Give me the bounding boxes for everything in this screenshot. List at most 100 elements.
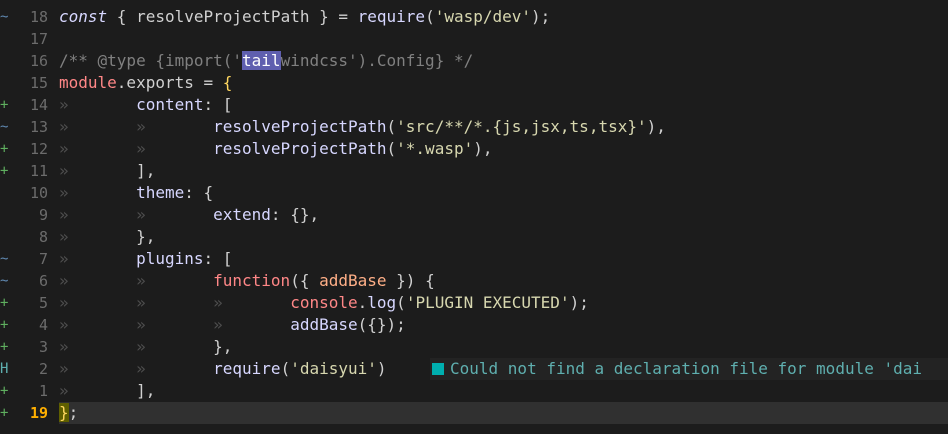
code-line[interactable]: ~7 » plugins: [ (0, 248, 948, 270)
code-line[interactable]: 8 » }, (0, 226, 948, 248)
line-number: 6 (38, 272, 48, 290)
code-token: ), (646, 117, 666, 136)
code-token: . (357, 293, 368, 312)
code-token: » » (59, 117, 214, 136)
code-token: ) (376, 359, 387, 378)
code-text[interactable]: » » function({ addBase }) { (59, 270, 435, 292)
git-sign: + (0, 295, 9, 311)
code-token: ({ (290, 271, 320, 290)
code-text[interactable]: » ], (59, 160, 155, 182)
diagnostic-message[interactable]: Could not find a declaration file for mo… (430, 358, 948, 380)
code-line[interactable]: 9 » » extend: {}, (0, 204, 948, 226)
code-token: addBase (319, 271, 387, 290)
git-sign: + (0, 141, 9, 157)
code-line[interactable]: +12 » » resolveProjectPath('*.wasp'), (0, 138, 948, 160)
code-token: log (367, 293, 397, 312)
code-token: addBase (290, 315, 358, 334)
code-token: { resolveProjectPath } = (107, 7, 358, 26)
git-sign: ~ (0, 251, 9, 267)
code-token: 'PLUGIN EXECUTED' (405, 293, 570, 312)
code-line[interactable]: 10 » theme: { (0, 182, 948, 204)
code-text[interactable]: » plugins: [ (59, 248, 232, 270)
code-text[interactable]: » » » console.log('PLUGIN EXECUTED'); (59, 292, 589, 314)
code-token: tail (242, 51, 281, 70)
code-editor[interactable]: ~18 const { resolveProjectPath } = requir… (0, 0, 948, 434)
line-number: 4 (38, 316, 48, 334)
hint-icon (432, 363, 444, 375)
git-sign: + (0, 405, 9, 421)
code-token: }, (213, 337, 233, 356)
code-token: resolveProjectPath (213, 139, 387, 158)
code-token: : { (184, 183, 214, 202)
code-token: module (59, 73, 117, 92)
code-token: } (59, 403, 69, 422)
code-token: ( (396, 293, 406, 312)
code-text[interactable]: » ], (59, 380, 155, 402)
code-line[interactable]: +3 » » }, (0, 336, 948, 358)
git-sign: + (0, 339, 9, 355)
code-token: content (136, 95, 204, 114)
code-line[interactable]: +1 » ], (0, 380, 948, 402)
code-token: » (59, 249, 137, 268)
code-text[interactable]: » content: [ (59, 94, 232, 116)
code-line[interactable]: 15 module.exports = { (0, 72, 948, 94)
line-number: 15 (29, 74, 48, 92)
code-text[interactable]: » }, (59, 226, 155, 248)
code-token: require (213, 359, 281, 378)
code-token: '*.wasp' (396, 139, 474, 158)
code-token: » » » (59, 315, 291, 334)
line-number: 9 (38, 206, 48, 224)
code-line[interactable]: +14 » content: [ (0, 94, 948, 116)
code-line[interactable]: +4 » » » addBase({}); (0, 314, 948, 336)
line-number: 8 (38, 228, 48, 246)
code-token: ), (473, 139, 493, 158)
code-text[interactable]: /** @type {import('tailwindcss').Config}… (59, 50, 473, 72)
code-text[interactable]: module.exports = { (59, 72, 232, 94)
code-token: » (59, 227, 137, 246)
code-text[interactable]: » theme: { (59, 182, 213, 204)
code-token: » (59, 183, 137, 202)
git-sign: + (0, 163, 9, 179)
code-text[interactable]: const { resolveProjectPath } = require('… (59, 6, 550, 28)
code-token: const (59, 7, 108, 26)
code-line[interactable]: 17 (0, 28, 948, 50)
code-line[interactable]: +11 » ], (0, 160, 948, 182)
line-number: 3 (38, 338, 48, 356)
code-token: resolveProjectPath (213, 117, 387, 136)
code-token: 'daisyui' (290, 359, 377, 378)
code-line[interactable]: ~13 » » resolveProjectPath('src/**/*.{js,… (0, 116, 948, 138)
code-token: » » (59, 139, 214, 158)
code-token: » » (59, 359, 214, 378)
git-sign: + (0, 97, 9, 113)
code-text[interactable]: » » resolveProjectPath('src/**/*.{js,jsx… (59, 116, 666, 138)
line-number: 12 (29, 140, 48, 158)
line-number: 2 (38, 360, 48, 378)
git-sign: ~ (0, 273, 9, 289)
code-token: » » » (59, 293, 291, 312)
current-line[interactable]: +19}; (0, 402, 948, 424)
code-line[interactable]: 16 /** @type {import('tailwindcss').Confi… (0, 50, 948, 72)
code-token: » (59, 381, 137, 400)
code-text[interactable]: » » resolveProjectPath('*.wasp'), (59, 138, 492, 160)
code-text[interactable]: }; (59, 402, 78, 424)
code-line[interactable]: H 2 » » require('daisyui') Could not find a… (0, 358, 948, 380)
code-line[interactable]: +5 » » » console.log('PLUGIN EXECUTED'); (0, 292, 948, 314)
line-number: 14 (29, 96, 48, 114)
code-text[interactable]: » » » addBase({}); (59, 314, 406, 336)
code-token: theme (136, 183, 185, 202)
line-number: 19 (29, 404, 48, 422)
code-token: : {}, (270, 205, 320, 224)
code-token: ( (280, 359, 291, 378)
diagnostic-text: Could not find a declaration file for mo… (450, 359, 923, 378)
code-text[interactable]: » » }, (59, 336, 232, 358)
code-token: .exports = (116, 73, 223, 92)
code-token: ], (136, 381, 156, 400)
code-token: : [ (203, 95, 233, 114)
code-token: /** @type {import(' (59, 51, 243, 70)
code-token: { (222, 73, 233, 92)
code-line[interactable]: ~18 const { resolveProjectPath } = requir… (0, 6, 948, 28)
git-sign: H (0, 361, 9, 377)
code-text[interactable]: » » require('daisyui') (59, 358, 387, 380)
code-line[interactable]: ~6 » » function({ addBase }) { (0, 270, 948, 292)
code-text[interactable]: » » extend: {}, (59, 204, 319, 226)
